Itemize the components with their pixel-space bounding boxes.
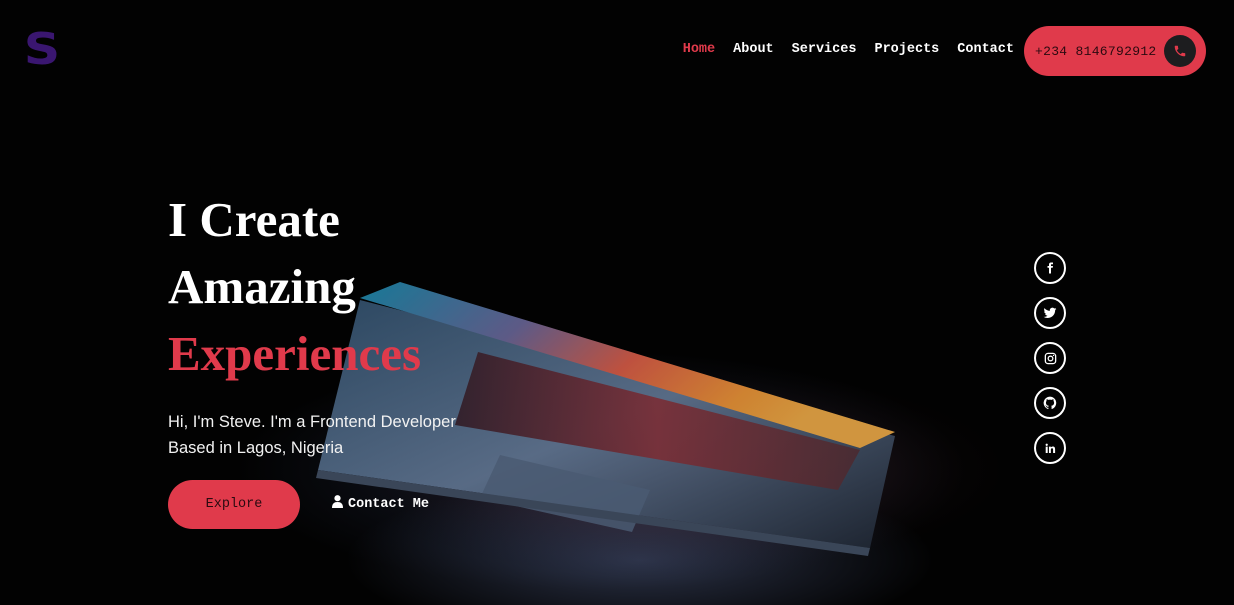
facebook-icon[interactable] xyxy=(1034,252,1066,284)
twitter-icon[interactable] xyxy=(1034,297,1066,329)
phone-icon xyxy=(1164,35,1196,67)
nav-services[interactable]: Services xyxy=(792,42,857,57)
logo[interactable]: S xyxy=(24,28,60,72)
nav-home[interactable]: Home xyxy=(683,42,715,57)
explore-button[interactable]: Explore xyxy=(168,480,300,529)
headline-line-1: I Create xyxy=(168,192,340,247)
github-icon[interactable] xyxy=(1034,387,1066,419)
social-links xyxy=(1034,252,1066,464)
phone-button[interactable]: +234 8146792912 xyxy=(1024,26,1206,76)
contact-me-button[interactable]: Contact Me xyxy=(332,494,429,514)
intro-line-2: Based in Lagos, Nigeria xyxy=(168,439,344,457)
phone-number: +234 8146792912 xyxy=(1035,43,1157,59)
hero-intro: Hi, I'm Steve. I'm a Frontend Developer … xyxy=(168,409,498,461)
nav-about[interactable]: About xyxy=(733,42,774,57)
contact-me-label: Contact Me xyxy=(348,496,430,512)
linkedin-icon[interactable] xyxy=(1034,432,1066,464)
intro-line-1: Hi, I'm Steve. I'm a Frontend Developer xyxy=(168,413,456,431)
user-icon xyxy=(332,495,343,513)
hero-headline: I Create Amazing Experiences xyxy=(168,186,421,387)
headline-line-3: Experiences xyxy=(168,326,422,381)
main-nav: Home About Services Projects Contact xyxy=(683,42,1014,57)
instagram-icon[interactable] xyxy=(1034,342,1066,374)
nav-contact[interactable]: Contact xyxy=(957,42,1014,57)
headline-line-2: Amazing xyxy=(168,259,356,314)
nav-projects[interactable]: Projects xyxy=(874,42,939,57)
